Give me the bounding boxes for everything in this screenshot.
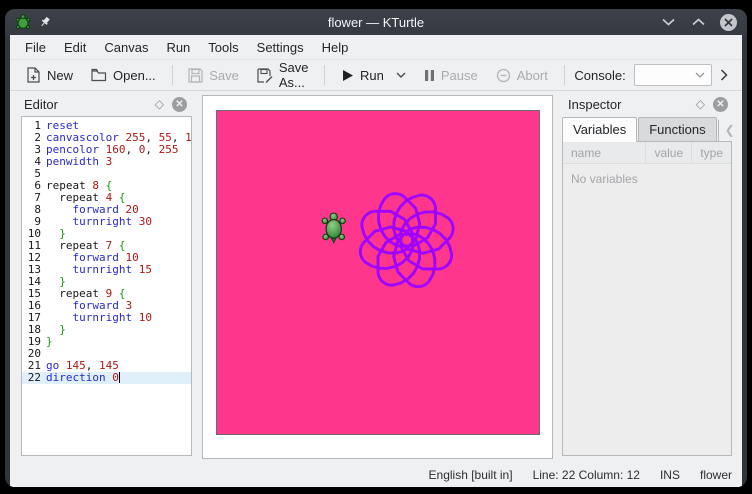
code-line: 19} xyxy=(22,336,191,348)
canvas-view[interactable] xyxy=(202,95,553,459)
text-cursor xyxy=(119,372,120,383)
menu-canvas[interactable]: Canvas xyxy=(95,37,157,58)
editor-panel: Editor ◇ ✕ 1reset2canvascolor 255, 55, 1… xyxy=(14,93,197,461)
editor-code[interactable]: 1reset2canvascolor 255, 55, 1403pencolor… xyxy=(21,116,192,456)
new-button[interactable]: New xyxy=(18,63,81,87)
abort-button[interactable]: Abort xyxy=(488,64,556,87)
menu-help[interactable]: Help xyxy=(313,37,358,58)
status-insert-mode: INS xyxy=(660,468,680,482)
pause-button[interactable]: Pause xyxy=(416,64,486,87)
tab-scroll-left-icon[interactable]: ❮ xyxy=(725,123,735,137)
save-as-icon xyxy=(257,68,273,83)
menu-file[interactable]: File xyxy=(16,37,55,58)
save-as-button[interactable]: Save As... xyxy=(249,56,317,94)
column-header-name[interactable]: name xyxy=(563,142,646,163)
toolbar-separator xyxy=(324,65,325,85)
run-dropdown-icon[interactable] xyxy=(394,72,414,78)
save-button[interactable]: Save xyxy=(180,64,247,87)
app-window: flower — KTurtle FileEditCanvasRunToolsS… xyxy=(5,9,747,487)
open-button[interactable]: Open... xyxy=(83,64,164,87)
tab-variables[interactable]: Variables xyxy=(562,117,637,142)
toolbar: New Open... Save xyxy=(10,59,742,91)
status-language: English [built in] xyxy=(429,468,513,482)
line-number: 22 xyxy=(22,372,41,384)
menu-run[interactable]: Run xyxy=(157,37,199,58)
menu-tools[interactable]: Tools xyxy=(199,37,247,58)
tab-functions[interactable]: Functions xyxy=(638,117,716,141)
column-header-value[interactable]: value xyxy=(646,142,692,163)
menu-settings[interactable]: Settings xyxy=(248,37,313,58)
titlebar[interactable]: flower — KTurtle xyxy=(5,9,747,35)
maximize-icon[interactable] xyxy=(690,14,706,30)
menubar: FileEditCanvasRunToolsSettingsHelp xyxy=(10,35,742,59)
run-button[interactable]: Run xyxy=(333,64,392,87)
new-document-icon xyxy=(26,67,41,83)
abort-icon xyxy=(496,68,511,83)
code-line: 4penwidth 3 xyxy=(22,156,191,168)
console-input[interactable] xyxy=(634,64,712,86)
code-text: direction 0 xyxy=(41,372,119,384)
variables-table-header: namevaluetype xyxy=(563,142,731,164)
minimize-icon[interactable] xyxy=(660,14,676,30)
variables-table: namevaluetype No variables xyxy=(562,141,732,456)
toolbar-separator xyxy=(564,65,565,85)
code-line: 22direction 0 xyxy=(22,372,191,384)
statusbar: English [built in] Line: 22 Column: 12 INS… xyxy=(10,463,742,487)
open-folder-icon xyxy=(91,68,107,82)
status-document-name: flower xyxy=(700,468,732,482)
save-icon xyxy=(188,68,203,83)
close-icon[interactable] xyxy=(720,14,737,31)
turtle-canvas[interactable] xyxy=(216,110,540,435)
toolbar-separator xyxy=(172,65,173,85)
code-text: penwidth 3 xyxy=(41,156,112,168)
kturtle-app-icon xyxy=(15,14,31,30)
combo-chevron-icon xyxy=(695,72,705,78)
inspector-tabbar: VariablesFunctions❮❯ xyxy=(562,116,732,141)
inspector-panel-title: Inspector xyxy=(568,97,621,112)
status-cursor-position: Line: 22 Column: 12 xyxy=(533,468,640,482)
inspector-float-icon[interactable]: ◇ xyxy=(696,97,705,111)
console-label: Console: xyxy=(574,68,625,83)
inspector-panel: Inspector ◇ ✕ VariablesFunctions❮❯ namev… xyxy=(558,93,738,461)
code-text: } xyxy=(41,324,66,336)
column-header-type[interactable]: type xyxy=(692,142,731,163)
pin-icon[interactable] xyxy=(39,16,51,28)
inspector-close-icon[interactable]: ✕ xyxy=(713,97,728,112)
tab-scroll-right-icon[interactable]: ❯ xyxy=(745,123,747,137)
menu-edit[interactable]: Edit xyxy=(55,37,95,58)
editor-panel-title: Editor xyxy=(24,97,58,112)
no-variables-text: No variables xyxy=(563,164,731,194)
window-title: flower — KTurtle xyxy=(155,15,597,30)
run-play-icon xyxy=(341,69,354,82)
pause-icon xyxy=(424,69,435,82)
code-text: } xyxy=(41,336,53,348)
editor-close-icon[interactable]: ✕ xyxy=(172,97,187,112)
canvas-panel xyxy=(201,93,554,461)
editor-float-icon[interactable]: ◇ xyxy=(155,97,164,111)
toolbar-overflow-button[interactable] xyxy=(714,67,734,83)
